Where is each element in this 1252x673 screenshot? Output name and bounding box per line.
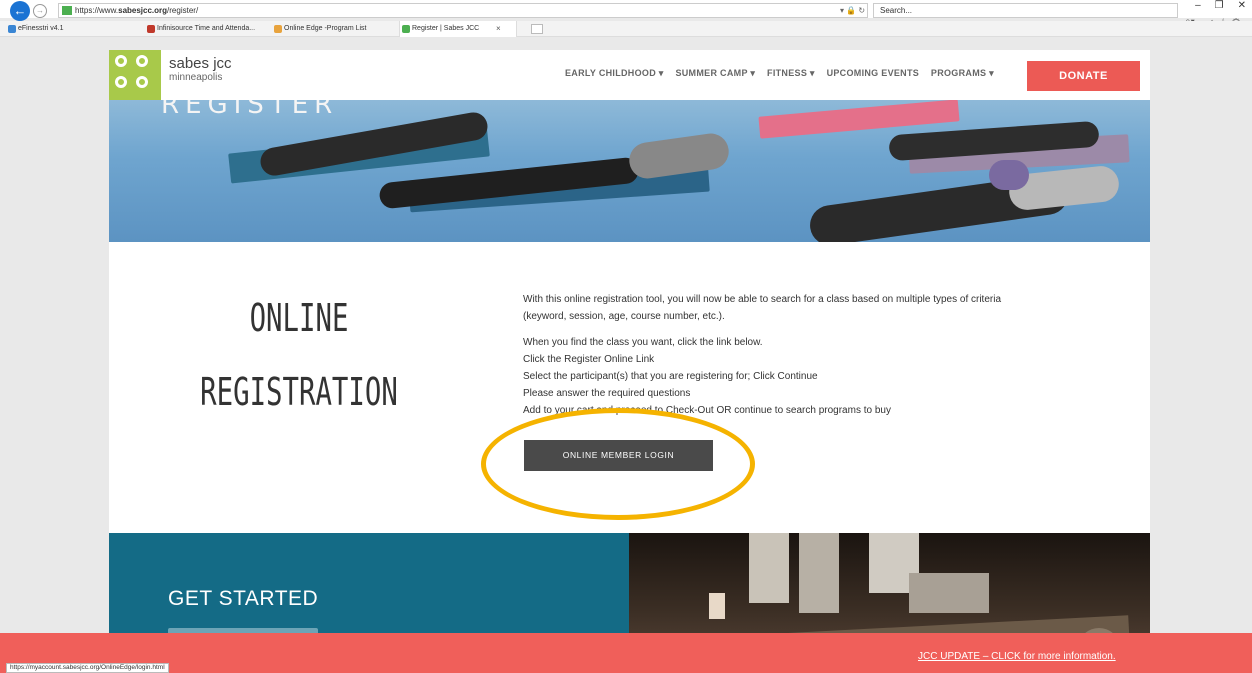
performer-figure	[799, 533, 839, 613]
tab-close-icon[interactable]: ×	[496, 21, 501, 37]
tab-label: Register | Sabes JCC	[412, 25, 480, 32]
minimize-icon[interactable]: –	[1195, 0, 1201, 11]
step-item: Select the participant(s) that you are r…	[523, 371, 818, 382]
logo-icon[interactable]	[109, 50, 161, 100]
browser-titlebar: ← → https://www.sabesjcc.org/register/ ▾…	[0, 0, 1252, 21]
tab-efinesstri[interactable]: eFinesstri v4.1	[6, 21, 64, 37]
get-started-heading: GET STARTED	[168, 587, 319, 610]
jcc-update-link[interactable]: JCC UPDATE – CLICK for more information.	[918, 651, 1116, 662]
page-title-line2: REGISTRATION	[200, 370, 398, 414]
lock-refresh-icon[interactable]: ▾ 🔒 ↻	[840, 3, 865, 18]
nav-upcoming-events[interactable]: UPCOMING EVENTS	[827, 68, 920, 78]
instructions: With this online registration tool, you …	[523, 291, 1043, 419]
performer-figure	[749, 533, 789, 603]
tab-label: eFinesstri v4.1	[18, 25, 64, 32]
step-item: Click the Register Online Link	[523, 354, 655, 365]
performer-figure	[909, 573, 989, 613]
page-title-line1: ONLINE	[249, 296, 349, 340]
hero-image: REGISTER	[109, 100, 1150, 242]
url-domain: sabesjcc.org	[118, 6, 168, 15]
tab-favicon-icon	[8, 25, 16, 33]
window-controls: – ❐ ✕	[1181, 0, 1246, 11]
person-figure	[626, 131, 732, 181]
nav-summer-camp[interactable]: SUMMER CAMP ▾	[675, 68, 755, 78]
main-nav: EARLY CHILDHOOD ▾ SUMMER CAMP ▾ FITNESS …	[565, 68, 1003, 79]
hero-word: REGISTER	[161, 100, 339, 120]
web-page: sabes jcc minneapolis EARLY CHILDHOOD ▾ …	[109, 50, 1150, 673]
close-window-icon[interactable]: ✕	[1238, 0, 1246, 11]
step-item: Please answer the required questions	[523, 388, 691, 399]
raised-hand	[709, 593, 725, 619]
status-bar-url: https://myaccount.sabesjcc.org/OnlineEdg…	[6, 663, 169, 673]
new-tab-icon[interactable]	[531, 24, 543, 34]
intro-paragraph: With this online registration tool, you …	[523, 294, 1002, 322]
forward-arrow-icon[interactable]: →	[33, 4, 47, 18]
tab-favicon-icon	[274, 25, 282, 33]
tab-label: Online Edge -Program List	[284, 25, 367, 32]
url-path: /register/	[167, 6, 199, 15]
tab-favicon-icon	[147, 25, 155, 33]
nav-programs[interactable]: PROGRAMS ▾	[931, 68, 994, 78]
tab-label: Infinisource Time and Attenda...	[157, 25, 256, 32]
donate-button[interactable]: DONATE	[1027, 61, 1140, 91]
site-header: sabes jcc minneapolis EARLY CHILDHOOD ▾ …	[109, 50, 1150, 100]
person-figure	[989, 160, 1029, 190]
tab-favicon-icon	[402, 25, 410, 33]
nav-early-childhood[interactable]: EARLY CHILDHOOD ▾	[565, 68, 664, 78]
back-arrow-icon[interactable]: ←	[10, 1, 30, 21]
tab-infinisource[interactable]: Infinisource Time and Attenda...	[145, 21, 255, 37]
restore-icon[interactable]: ❐	[1215, 0, 1224, 11]
alert-banner: JCC UPDATE – CLICK for more information.	[0, 633, 1252, 673]
step-item: When you find the class you want, click …	[523, 337, 763, 348]
url-prefix: https://www.	[75, 6, 119, 15]
highlight-ring	[481, 408, 755, 520]
site-favicon-icon	[62, 6, 72, 15]
nav-fitness[interactable]: FITNESS ▾	[767, 68, 815, 78]
logo-name[interactable]: sabes jcc	[169, 56, 232, 72]
address-bar[interactable]: https://www.sabesjcc.org/register/	[58, 3, 868, 18]
browser-search-input[interactable]: Search...	[873, 3, 1178, 18]
tab-strip: eFinesstri v4.1 Infinisource Time and At…	[0, 21, 1252, 37]
tab-online-edge[interactable]: Online Edge -Program List	[272, 21, 366, 37]
logo-city: minneapolis	[169, 72, 223, 83]
